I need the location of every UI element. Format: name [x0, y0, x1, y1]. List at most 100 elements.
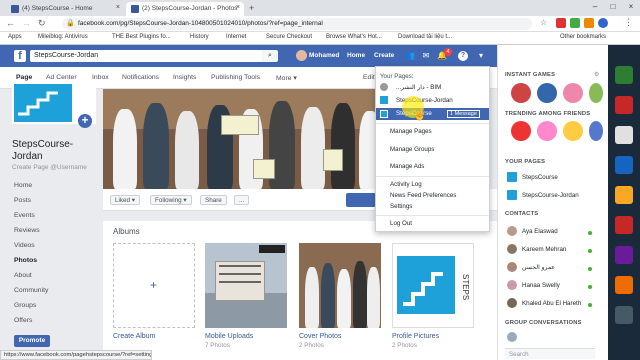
help-icon[interactable]: ?: [458, 51, 468, 61]
extension-icon[interactable]: [556, 18, 566, 28]
dropdown-page-item[interactable]: ...دار النشر - BIM: [396, 84, 441, 91]
manage-groups-item[interactable]: Manage Groups: [390, 146, 434, 153]
pagenav-more[interactable]: More ▾: [276, 74, 297, 82]
add-photo-icon[interactable]: +: [78, 114, 92, 128]
cover-photo[interactable]: [103, 89, 382, 189]
contact-item[interactable]: عمرو الحسن: [522, 264, 555, 271]
news-feed-preferences-item[interactable]: News Feed Preferences: [390, 192, 456, 199]
avatar[interactable]: [296, 50, 307, 61]
game-icon[interactable]: [537, 83, 557, 103]
close-icon[interactable]: ×: [236, 4, 240, 11]
new-tab-icon[interactable]: +: [249, 3, 254, 13]
album-label[interactable]: Create Album: [113, 333, 155, 340]
manage-pages-item[interactable]: Manage Pages: [390, 128, 432, 135]
close-icon[interactable]: ×: [116, 4, 120, 11]
star-icon[interactable]: ☆: [540, 18, 547, 27]
album-label[interactable]: Profile Pictures: [392, 333, 439, 340]
url-input[interactable]: facebook.com/pg/StepsCourse-Jordan-10480…: [62, 18, 532, 30]
more-actions-button[interactable]: ...: [234, 195, 250, 205]
contact-item[interactable]: Kareem Mehran: [522, 246, 566, 253]
your-page-item[interactable]: StepsCourse-Jordan: [522, 192, 579, 199]
leftnav-reviews[interactable]: Reviews: [14, 227, 40, 234]
create-album-tile[interactable]: +: [113, 243, 195, 328]
album-label[interactable]: Mobile Uploads: [205, 333, 253, 340]
extension-icon[interactable]: [570, 18, 580, 28]
app-icon[interactable]: [615, 96, 633, 114]
game-icon[interactable]: [563, 83, 583, 103]
app-icon[interactable]: [615, 156, 633, 174]
leftnav-community[interactable]: Community: [14, 287, 48, 294]
leftnav-about[interactable]: About: [14, 272, 32, 279]
pagenav-notifications[interactable]: Notifications: [122, 74, 159, 81]
friends-icon[interactable]: 👥: [405, 51, 415, 61]
log-out-item[interactable]: Log Out: [390, 220, 412, 227]
create-link[interactable]: Create: [374, 52, 394, 59]
cta-button[interactable]: [346, 193, 376, 207]
home-link[interactable]: Home: [347, 52, 365, 59]
app-icon[interactable]: [615, 246, 633, 264]
leftnav-groups[interactable]: Groups: [14, 302, 36, 309]
leftnav-events[interactable]: Events: [14, 212, 35, 219]
pagenav-publishing-tools[interactable]: Publishing Tools: [211, 74, 260, 81]
app-icon[interactable]: [615, 126, 633, 144]
bookmark-item[interactable]: Browse What's Hot...: [326, 34, 382, 40]
messenger-icon[interactable]: ✉: [421, 51, 431, 61]
pagenav-page[interactable]: Page: [16, 74, 32, 81]
extension-icon[interactable]: [584, 18, 594, 28]
page-title[interactable]: StepsCourse-Jordan: [12, 139, 102, 163]
app-icon[interactable]: [615, 216, 633, 234]
reload-icon[interactable]: ↻: [38, 18, 46, 29]
contact-item[interactable]: Khaled Abu El Hareth: [522, 300, 581, 307]
back-icon[interactable]: ←: [6, 18, 15, 28]
promote-button[interactable]: Promote: [14, 335, 50, 347]
leftnav-videos[interactable]: Videos: [14, 242, 35, 249]
tab-photos[interactable]: (2) StepsCourse-Jordan - Photos ×: [126, 2, 244, 16]
liked-button[interactable]: Liked ▾: [110, 195, 140, 205]
game-icon[interactable]: [589, 121, 603, 141]
album-profile-pictures[interactable]: STEPS: [392, 243, 474, 328]
game-icon[interactable]: [511, 121, 531, 141]
bookmark-apps[interactable]: Apps: [8, 34, 22, 40]
app-icon[interactable]: [615, 186, 633, 204]
your-page-item[interactable]: StepsCourse: [522, 174, 558, 181]
album-mobile-uploads[interactable]: [205, 243, 287, 328]
app-icon[interactable]: [615, 306, 633, 324]
bookmark-other[interactable]: Other bookmarks: [560, 34, 606, 40]
create-username-link[interactable]: Create Page @Username: [12, 164, 87, 171]
settings-item[interactable]: Settings: [390, 203, 412, 210]
game-icon[interactable]: [589, 83, 603, 103]
close-window-icon[interactable]: ×: [622, 0, 640, 14]
tab-home[interactable]: (4) StepsCourse - Home ×: [6, 2, 124, 16]
leftnav-posts[interactable]: Posts: [14, 197, 31, 204]
facebook-logo-icon[interactable]: f: [14, 50, 26, 62]
game-icon[interactable]: [511, 83, 531, 103]
forward-icon[interactable]: →: [22, 18, 31, 28]
game-icon[interactable]: [537, 121, 557, 141]
pagenav-ad-center[interactable]: Ad Center: [46, 74, 77, 81]
app-icon[interactable]: [615, 66, 633, 84]
bookmark-item[interactable]: Internet: [226, 34, 246, 40]
following-button[interactable]: Following ▾: [150, 195, 192, 205]
pagenav-inbox[interactable]: Inbox: [92, 74, 109, 81]
menu-icon[interactable]: ⋮: [624, 17, 633, 28]
profile-icon[interactable]: [598, 18, 608, 28]
bookmark-item[interactable]: THE Best Plugins fo...: [112, 34, 171, 40]
bookmark-item[interactable]: Mileiblog: Antivirus: [38, 34, 88, 40]
contact-item[interactable]: Aya Elaswad: [522, 228, 558, 235]
album-cover-photos[interactable]: [299, 243, 381, 328]
leftnav-home[interactable]: Home: [14, 182, 32, 189]
user-name-link[interactable]: Mohamed: [309, 52, 339, 59]
bookmark-item[interactable]: History: [190, 34, 209, 40]
bookmark-item[interactable]: Download tải liệu t...: [398, 34, 452, 40]
bookmark-item[interactable]: Secure Checkout: [266, 34, 312, 40]
app-icon[interactable]: [615, 276, 633, 294]
minimize-icon[interactable]: –: [586, 0, 604, 14]
pagenav-edit[interactable]: Edit: [363, 74, 375, 81]
game-icon[interactable]: [563, 121, 583, 141]
maximize-icon[interactable]: □: [604, 0, 622, 14]
gear-icon[interactable]: ⚙: [594, 71, 599, 78]
leftnav-photos[interactable]: Photos: [14, 257, 37, 264]
activity-log-item[interactable]: Activity Log: [390, 181, 422, 188]
search-icon[interactable]: ⌕: [262, 50, 278, 62]
share-button[interactable]: Share: [200, 195, 227, 205]
